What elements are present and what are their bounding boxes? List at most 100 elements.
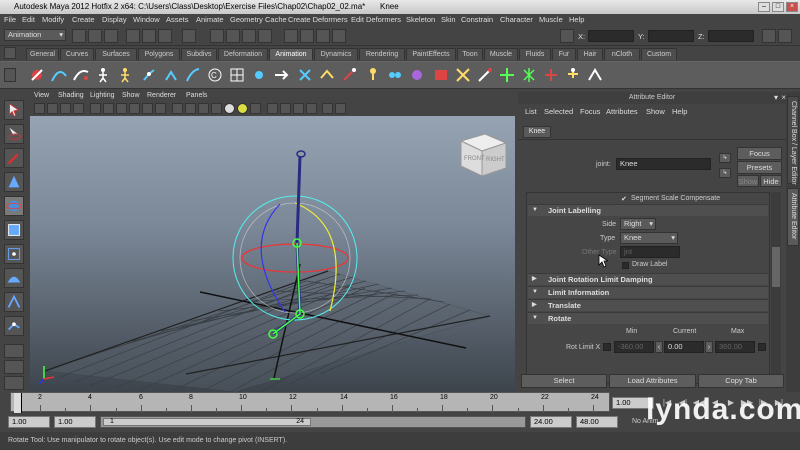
joint-tool-icon[interactable]: [140, 66, 158, 84]
new-scene-icon[interactable]: [72, 29, 86, 43]
go-input-icon[interactable]: ↳: [719, 153, 731, 163]
rot-limit-x-min-field[interactable]: -360.00: [614, 341, 654, 353]
rotate-tool-icon[interactable]: [4, 196, 24, 216]
shelf-tab-hair[interactable]: Hair: [577, 48, 603, 60]
shelf-tab-painteffects[interactable]: PaintEffects: [406, 48, 456, 60]
character-icon[interactable]: [116, 66, 134, 84]
menu-skeleton[interactable]: Skeleton: [406, 15, 435, 24]
high-quality-icon[interactable]: [306, 103, 317, 114]
shelf-tab-surfaces[interactable]: Surfaces: [95, 48, 137, 60]
viewport-menu-renderer[interactable]: Renderer: [147, 92, 176, 99]
ipr-render-icon[interactable]: [316, 29, 330, 43]
emitter-icon[interactable]: [520, 66, 538, 84]
show-manipulator-icon[interactable]: [4, 292, 24, 312]
cluster-icon[interactable]: C: [206, 66, 224, 84]
show-button[interactable]: Show: [737, 175, 759, 187]
show-channel-box-icon[interactable]: [778, 29, 792, 43]
cut-icon[interactable]: [542, 66, 560, 84]
segment-scale-check-icon[interactable]: ✔: [621, 195, 627, 203]
wireframe-on-shaded-icon[interactable]: [198, 103, 209, 114]
menu-file[interactable]: File: [4, 15, 16, 24]
smooth-skin-icon[interactable]: [432, 66, 450, 84]
tab-channel-box[interactable]: Channel Box / Layer Editor: [787, 96, 799, 185]
select-button[interactable]: Select: [521, 374, 607, 388]
menu-modify[interactable]: Modify: [42, 15, 64, 24]
chevron-left-icon[interactable]: ‹: [655, 341, 663, 353]
menu-window[interactable]: Window: [133, 15, 160, 24]
type-dropdown[interactable]: Knee ▾: [620, 232, 678, 244]
point-constraint-icon[interactable]: [250, 66, 268, 84]
render-frame-icon[interactable]: [300, 29, 314, 43]
viewport-menu-show[interactable]: Show: [122, 92, 140, 99]
layout-four-icon[interactable]: [4, 360, 24, 374]
menu-skin[interactable]: Skin: [441, 15, 456, 24]
shadows-icon[interactable]: [250, 103, 261, 114]
go-output-icon[interactable]: ↳: [719, 168, 731, 178]
shelf-tab-ncloth[interactable]: nCloth: [604, 48, 640, 60]
safe-action-icon[interactable]: [155, 103, 166, 114]
menu-muscle[interactable]: Muscle: [539, 15, 563, 24]
ae-menu-show[interactable]: Show: [646, 107, 665, 116]
ik-spline-icon[interactable]: [184, 66, 202, 84]
paint-weights-icon[interactable]: [476, 66, 494, 84]
menu-create[interactable]: Create: [72, 15, 95, 24]
show-attribute-editor-icon[interactable]: [762, 29, 776, 43]
ae-menu-help[interactable]: Help: [672, 107, 687, 116]
chevron-right-icon[interactable]: ›: [705, 341, 713, 353]
select-hierarchy-icon[interactable]: [126, 29, 140, 43]
start-time-field[interactable]: 1.00: [8, 416, 50, 428]
rig-icon[interactable]: [564, 66, 582, 84]
menu-help[interactable]: Help: [569, 15, 584, 24]
copy-tab-button[interactable]: Copy Tab: [698, 374, 784, 388]
mirror-joint-icon[interactable]: [586, 66, 604, 84]
menu-animate[interactable]: Animate: [196, 15, 224, 24]
menu-geometry-cache[interactable]: Geometry Cache: [230, 15, 287, 24]
ik-handle-icon[interactable]: [162, 66, 180, 84]
set-key-icon[interactable]: [28, 66, 46, 84]
tab-attribute-editor[interactable]: Attribute Editor: [787, 188, 799, 246]
draw-label-checkbox[interactable]: [622, 262, 629, 269]
shelf-tab-dynamics[interactable]: Dynamics: [314, 48, 358, 60]
textured-icon[interactable]: [211, 103, 222, 114]
isolate-select-icon[interactable]: [293, 103, 304, 114]
wire-deformer-icon[interactable]: [386, 66, 404, 84]
shelf-tab-deformation[interactable]: Deformation: [218, 48, 268, 60]
z-field[interactable]: [708, 30, 754, 42]
snap-point-icon[interactable]: [242, 29, 256, 43]
presets-button[interactable]: Presets: [737, 161, 782, 174]
menu-edit-deformers[interactable]: Edit Deformers: [351, 15, 401, 24]
grid-toggle-icon[interactable]: [90, 103, 101, 114]
camera-select-icon[interactable]: [34, 103, 45, 114]
view-cube[interactable]: FRONT RIGHT: [459, 133, 508, 177]
section-limit-information[interactable]: ▼ Limit Information: [528, 286, 768, 298]
range-slider[interactable]: 1 24: [100, 416, 526, 428]
close-button[interactable]: ×: [786, 2, 798, 12]
motion-blur-icon[interactable]: [335, 103, 346, 114]
minimize-button[interactable]: –: [758, 2, 770, 12]
menu-constrain[interactable]: Constrain: [461, 15, 493, 24]
xray-joints-icon[interactable]: [280, 103, 291, 114]
smooth-shade-icon[interactable]: [185, 103, 196, 114]
ae-menu-focus[interactable]: Focus: [580, 107, 600, 116]
history-icon[interactable]: [284, 29, 298, 43]
snap-view-icon[interactable]: [258, 29, 272, 43]
select-component-icon[interactable]: [158, 29, 172, 43]
render-settings-icon[interactable]: [332, 29, 346, 43]
universal-manipulator-icon[interactable]: [4, 244, 24, 264]
rot-limit-x-max-checkbox[interactable]: [758, 343, 766, 351]
menu-create-deformers[interactable]: Create Deformers: [288, 15, 348, 24]
bind-skin-icon[interactable]: [94, 66, 112, 84]
film-gate-icon[interactable]: [103, 103, 114, 114]
sculpt-deformer-icon[interactable]: [408, 66, 426, 84]
pole-vector-icon[interactable]: [340, 66, 358, 84]
shelf-options-icon[interactable]: [4, 68, 16, 82]
orient-constraint-icon[interactable]: [296, 66, 314, 84]
shelf-tab-custom[interactable]: Custom: [641, 48, 677, 60]
viewport-menu-view[interactable]: View: [34, 92, 49, 99]
x-field[interactable]: [588, 30, 634, 42]
use-all-lights-icon[interactable]: [237, 103, 248, 114]
shelf-tab-fluids[interactable]: Fluids: [519, 48, 551, 60]
blend-shape-icon[interactable]: [364, 66, 382, 84]
select-object-icon[interactable]: [142, 29, 156, 43]
end-time-field[interactable]: 48.00: [576, 416, 618, 428]
